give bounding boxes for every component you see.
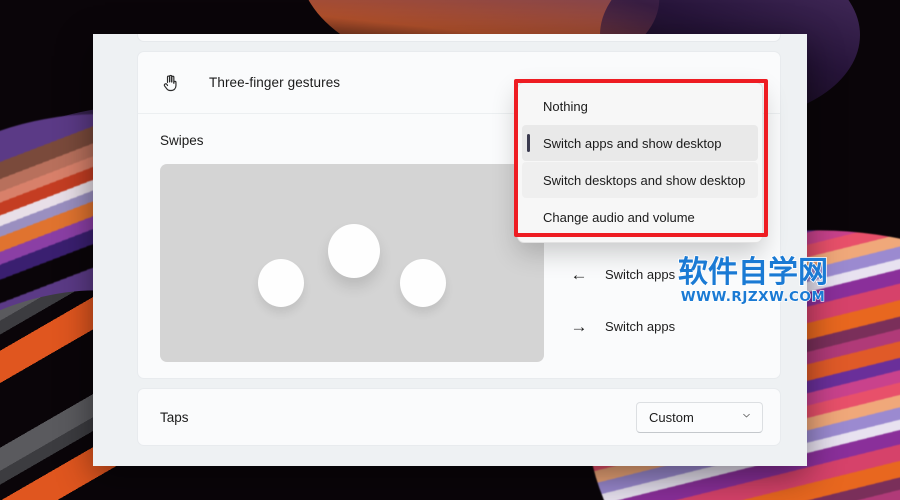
finger-dot-middle [328,224,380,278]
taps-dropdown-value: Custom [649,409,694,425]
swipe-action-label: Switch apps [605,318,676,334]
gesture-options-dropdown[interactable]: Nothing Switch apps and show desktop Swi… [517,82,763,243]
swipe-action-row-right[interactable]: → Switch apps [566,300,763,352]
touchpad-illustration [160,164,544,362]
taps-row: Taps Custom [138,389,780,445]
swipe-action-row-left[interactable]: ← Switch apps [566,248,763,300]
taps-dropdown[interactable]: Custom [636,401,763,433]
dropdown-item-label: Change audio and volume [543,209,695,225]
arrow-left-icon: ← [570,264,588,284]
dropdown-item-change-audio-and-volume[interactable]: Change audio and volume [522,199,758,235]
card-above-partial [137,34,781,42]
dropdown-item-label: Nothing [543,98,588,114]
arrow-right-icon: → [570,316,588,336]
desktop-wallpaper: Three-finger gestures Swipes ← Switch ap… [0,0,900,500]
chevron-down-icon [741,410,752,424]
finger-dot-left [258,259,304,307]
dropdown-item-nothing[interactable]: Nothing [522,88,758,124]
dropdown-item-label: Switch desktops and show desktop [543,172,746,188]
taps-label: Taps [160,409,189,425]
dropdown-item-switch-desktops-and-show-desktop[interactable]: Switch desktops and show desktop [522,162,758,198]
swipe-action-label: Switch apps [605,266,676,282]
selection-indicator-bar [527,134,530,152]
taps-card: Taps Custom [137,388,781,446]
finger-dot-right [400,259,446,307]
dropdown-item-switch-apps-and-show-desktop[interactable]: Switch apps and show desktop [522,125,758,161]
dropdown-item-label: Switch apps and show desktop [543,135,722,151]
three-finger-hand-icon [160,72,182,94]
